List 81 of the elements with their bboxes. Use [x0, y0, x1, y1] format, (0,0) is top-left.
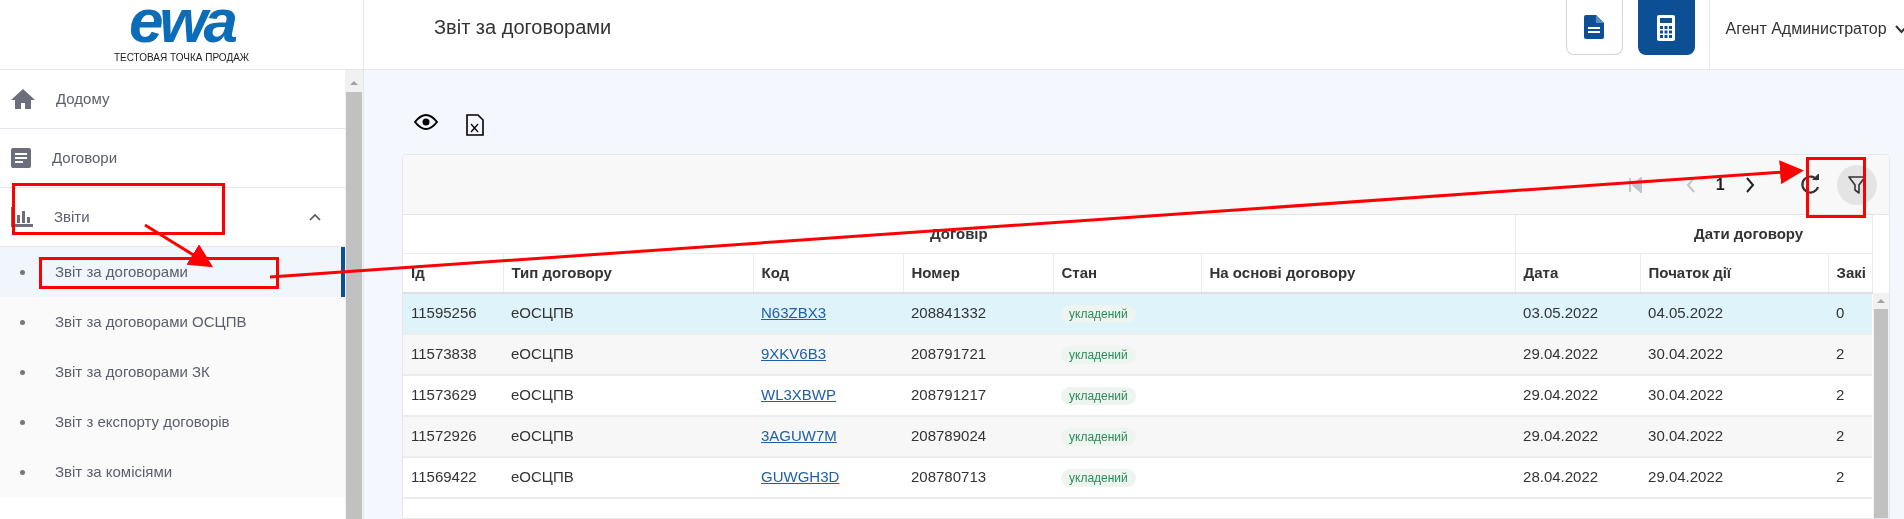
table-cell: 11595256 — [411, 304, 477, 322]
chevron-icon — [309, 213, 321, 221]
next-page-icon[interactable] — [1744, 176, 1755, 193]
table-cell: еОСЦПВ — [511, 345, 574, 363]
table-cell: 29.04.2022 — [1523, 386, 1599, 404]
table-cell: 208841332 — [911, 304, 987, 322]
table-cell: 0 — [1836, 304, 1845, 322]
document-icon — [10, 147, 32, 169]
table-cell: еОСЦПВ — [511, 386, 574, 404]
excel-file-icon[interactable] — [466, 114, 484, 136]
user-menu[interactable]: Агент Администратор — [1725, 17, 1904, 41]
submenu-item[interactable]: Звіт за договорами ОСЦПВ — [0, 297, 345, 347]
submenu-item[interactable]: Звіт за комісіями — [0, 447, 345, 497]
first-page-icon[interactable] — [1627, 176, 1642, 193]
table-row[interactable]: 11569422 еОСЦПВ GUWGH3D 208780713 укладений 28.04.2022 29.04.2022 2 — [403, 457, 1873, 498]
table-cell: 28.04.2022 — [1523, 468, 1599, 486]
table-cell: еОСЦПВ — [511, 427, 574, 445]
table-cell: 208789024 — [911, 427, 987, 445]
table-cell: 29.04.2022 — [1523, 427, 1599, 445]
sidebar-item[interactable]: Додому — [0, 70, 345, 129]
bullet-icon — [20, 369, 25, 375]
table-row[interactable]: 11573838 еОСЦПВ 9XKV6B3 208791721 укладений 29.04.2022 30.04.2022 2 — [403, 334, 1873, 375]
status-badge: укладений — [1061, 428, 1136, 447]
table-cell: 208780713 — [911, 468, 987, 486]
calculator-button[interactable] — [1637, 0, 1695, 55]
annotation-arrow — [144, 223, 214, 268]
submenu-item[interactable]: Звіт з експорту договорів — [0, 397, 345, 447]
table-cell: 03.05.2022 — [1523, 304, 1599, 322]
table-cell: 2 — [1836, 386, 1845, 404]
page-title: Звіт за договорами — [434, 14, 613, 40]
table-row[interactable]: 11573629 еОСЦПВ WL3XBWP 208791217 укладений 29.04.2022 30.04.2022 2 — [403, 375, 1873, 416]
table-cell: 2 — [1836, 468, 1845, 486]
contract-code-link[interactable]: N63ZBX3 — [761, 304, 827, 322]
table-cell: 30.04.2022 — [1648, 427, 1724, 445]
scrollbar-thumb[interactable] — [346, 92, 362, 519]
refresh-icon[interactable] — [1798, 173, 1821, 196]
contract-code-link[interactable]: 3AGUW7M — [761, 427, 837, 445]
eye-icon[interactable] — [414, 114, 438, 130]
table-cell: 11573629 — [411, 386, 477, 404]
scrollbar-thumb[interactable] — [1873, 309, 1888, 518]
table-cell: еОСЦПВ — [511, 304, 574, 322]
document-button[interactable] — [1565, 0, 1623, 55]
logo-tagline: ТЕСТОВАЯ ТОЧКА ПРОДАЖ — [113, 51, 250, 65]
table-cell: 208791721 — [911, 345, 987, 363]
home-icon — [10, 88, 36, 110]
bullet-icon — [20, 419, 25, 425]
bar-chart-icon — [10, 207, 34, 227]
filter-icon — [1847, 175, 1866, 194]
table-cell: 30.04.2022 — [1648, 386, 1724, 404]
table-cell: 11572926 — [411, 427, 477, 445]
annotation-box — [1806, 157, 1866, 218]
contract-code-link[interactable]: WL3XBWP — [761, 386, 836, 404]
table-cell: 2 — [1836, 427, 1845, 445]
sidebar-item[interactable]: Договори — [0, 129, 345, 188]
calculator-icon — [1657, 14, 1675, 41]
page-number: 1 — [1715, 174, 1725, 195]
table-cell: 30.04.2022 — [1648, 345, 1724, 363]
contract-code-link[interactable]: 9XKV6B3 — [761, 345, 827, 363]
table-cell: 29.04.2022 — [1648, 468, 1724, 486]
bullet-icon — [20, 319, 25, 325]
table-cell: 208791217 — [911, 386, 987, 404]
table-cell: 2 — [1836, 345, 1845, 363]
table-row[interactable]: 11572926 еОСЦПВ 3AGUW7M 208789024 укладений 29.04.2022 30.04.2022 2 — [403, 416, 1873, 457]
table-cell: еОСЦПВ — [511, 468, 574, 486]
group-header: Дати договору — [1515, 215, 1873, 253]
status-badge: укладений — [1061, 387, 1136, 406]
bullet-icon — [20, 269, 25, 275]
table-cell: 11573838 — [411, 345, 477, 363]
table-cell: 11569422 — [411, 468, 477, 486]
group-header: Договір — [403, 215, 1516, 253]
status-badge: укладений — [1061, 469, 1136, 488]
status-badge: укладений — [1061, 305, 1136, 324]
status-badge: укладений — [1061, 346, 1136, 365]
logo: ewa — [128, 0, 235, 46]
submenu-item[interactable]: Звіт за договорами ЗК — [0, 347, 345, 397]
table-cell: 04.05.2022 — [1648, 304, 1724, 322]
table-cell: 29.04.2022 — [1523, 345, 1599, 363]
chevron-down-icon — [1894, 24, 1904, 34]
document-icon — [1584, 15, 1604, 39]
contract-code-link[interactable]: GUWGH3D — [761, 468, 840, 486]
bullet-icon — [20, 469, 25, 475]
